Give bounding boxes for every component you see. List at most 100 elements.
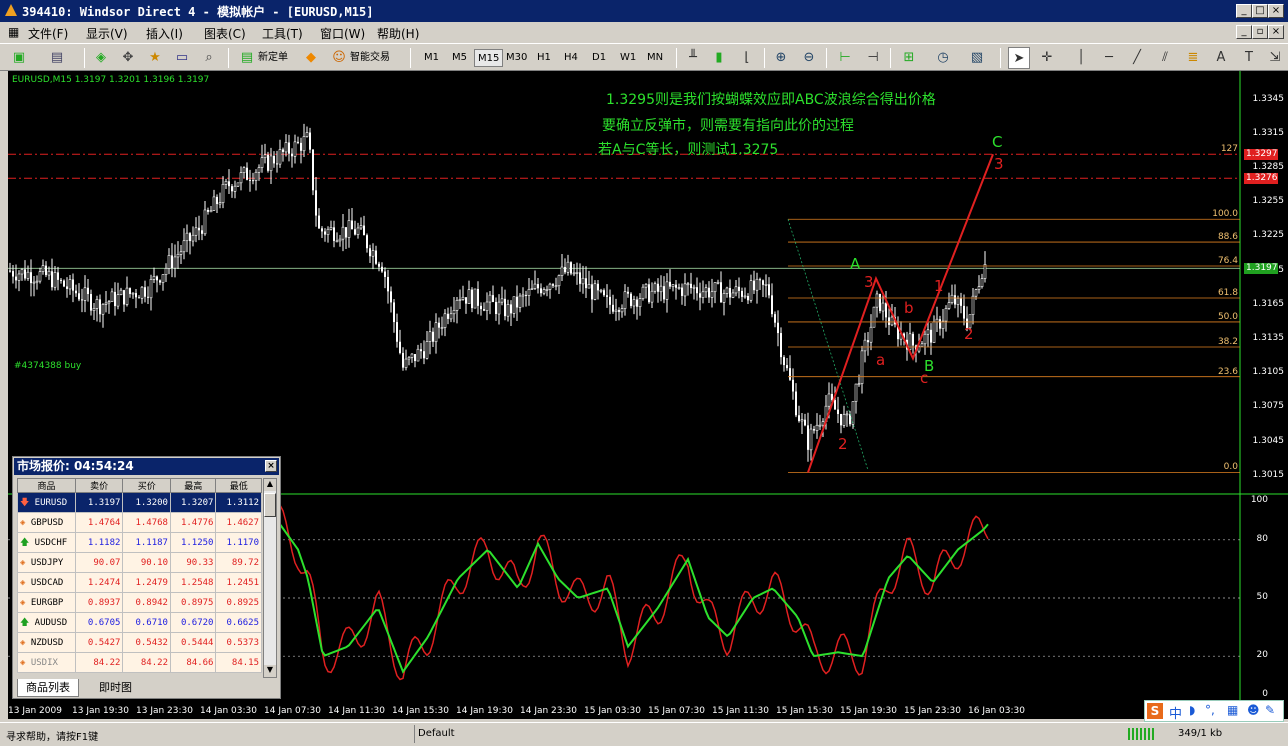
new-order-icon[interactable]: ▤ [236,47,258,69]
price-tag: 1.3197 [1244,263,1278,275]
child-close-button[interactable]: × [1268,25,1284,39]
data-window-icon[interactable]: ✥ [117,47,139,69]
scroll-up-icon[interactable]: ▲ [264,479,276,491]
ime-toolbar[interactable]: S 中 ◗ °, ▦ ☻ ✎ [1144,700,1284,722]
bar-chart-icon[interactable]: ╨ [682,47,704,69]
chart-shift-icon[interactable]: ⊣ [862,47,884,69]
menu-view[interactable]: 显示(V) [86,25,128,42]
ime-mode[interactable]: 中 [1169,703,1182,722]
profiles-icon[interactable]: ▤ [46,47,68,69]
crosshair-icon[interactable]: ✛ [1036,47,1058,69]
autoscroll-icon[interactable]: ⊢ [834,47,856,69]
candle-body [233,185,237,192]
new-chart-icon[interactable]: ▣ [8,47,30,69]
keyboard-icon[interactable]: ▦ [1227,703,1238,717]
scroll-down-icon[interactable]: ▼ [264,665,276,677]
maximize-button[interactable]: □ [1252,4,1268,18]
horizontal-line-icon[interactable]: ─ [1098,47,1120,69]
menu-window[interactable]: 窗口(W) [320,25,365,42]
tf-h1[interactable]: H1 [534,49,554,67]
col-low[interactable]: 最低 [215,478,262,493]
terminal-icon[interactable]: ▭ [171,47,193,69]
trendline-icon[interactable]: ╱ [1126,47,1148,69]
col-ask[interactable]: 买价 [122,478,171,493]
osc-tick: 20 [1256,650,1268,661]
close-button[interactable]: × [1268,4,1284,18]
quote-row[interactable]: ◈ EURGBP 0.8937 0.8942 0.8975 0.8925 [17,592,262,613]
expert-advisors-button[interactable]: 智能交易 [350,48,390,68]
tf-mn[interactable]: MN [644,49,666,67]
indicators-icon[interactable]: ⊞ [898,47,920,69]
menu-file[interactable]: 文件(F) [28,25,68,42]
tf-d1[interactable]: D1 [589,49,609,67]
new-order-button[interactable]: 新定单 [258,48,288,68]
menu-help[interactable]: 帮助(H) [377,25,419,42]
fibo-icon[interactable]: ≣ [1182,47,1204,69]
moon-icon[interactable]: ◗ [1189,703,1195,717]
sogou-icon[interactable]: S [1147,703,1163,719]
quote-row[interactable]: 🡅 USDCHF 1.1182 1.1187 1.1250 1.1170 [17,532,262,553]
col-bid[interactable]: 卖价 [74,478,124,493]
fib-label: 23.6 [1217,366,1238,377]
quote-row[interactable]: ◈ USDJPY 90.07 90.10 90.33 89.72 [17,552,262,573]
market-watch-icon[interactable]: ◈ [90,47,112,69]
punct-icon[interactable]: °, [1205,703,1215,717]
candle-body [182,240,186,253]
tf-w1[interactable]: W1 [617,49,639,67]
col-symbol[interactable]: 商品 [17,478,76,493]
tools-icon[interactable]: ✎ [1265,703,1275,717]
templates-icon[interactable]: ▧ [966,47,988,69]
candle-chart-icon[interactable]: ▮ [708,47,730,69]
quote-row[interactable]: 🡅 AUDUSD 0.6705 0.6710 0.6720 0.6625 [17,612,262,633]
quote-row[interactable]: ◈ NZDUSD 0.5427 0.5432 0.5444 0.5373 [17,632,262,653]
market-watch-title[interactable]: 市场报价: 04:54:24 × [14,458,279,475]
quote-row[interactable]: ◈ GBPUSD 1.4764 1.4768 1.4776 1.4627 [17,512,262,533]
scroll-thumb[interactable] [264,493,276,517]
market-watch-window[interactable]: 市场报价: 04:54:24 × 商品 卖价 买价 最高 最低 🡇 EURUSD… [12,456,281,699]
arrow-icon[interactable]: ⇲ [1264,47,1286,69]
zoom-in-icon[interactable]: ⊕ [770,47,792,69]
menu-tools[interactable]: 工具(T) [262,25,303,42]
tab-tick-chart[interactable]: 即时图 [91,679,140,697]
quote-row[interactable]: ◈ USDCAD 1.2474 1.2479 1.2548 1.2451 [17,572,262,593]
channel-icon[interactable]: ⫽ [1154,47,1176,69]
navigator-icon[interactable]: ★ [144,47,166,69]
tf-m5[interactable]: M5 [449,49,470,67]
label-icon[interactable]: T [1238,47,1260,69]
vertical-line-icon[interactable]: │ [1070,47,1092,69]
candle-body [818,424,822,427]
zoom-out-icon[interactable]: ⊖ [798,47,820,69]
time-tick: 14 Jan 23:30 [520,706,577,716]
col-high[interactable]: 最高 [169,478,217,493]
periods-icon[interactable]: ◷ [932,47,954,69]
tab-symbols[interactable]: 商品列表 [17,679,79,697]
quote-row[interactable]: ◈ USDIX 84.22 84.22 84.66 84.15 [17,652,262,673]
minimize-button[interactable]: _ [1236,4,1252,18]
candle-body [131,292,135,295]
text-icon[interactable]: A [1210,47,1232,69]
metaeditor-icon[interactable]: ◆ [300,47,322,69]
menu-chart[interactable]: 图表(C) [204,25,246,42]
cursor-icon[interactable]: ➤ [1008,47,1030,69]
menu-insert[interactable]: 插入(I) [146,25,183,42]
child-restore-button[interactable]: ▫ [1252,25,1268,39]
candle-body [369,248,371,257]
expert-icon[interactable]: ☺ [328,47,350,69]
market-watch-close-button[interactable]: × [265,460,277,472]
candle-body [428,331,432,342]
tf-m15[interactable]: M15 [474,49,504,67]
candle-body [209,210,213,213]
line-chart-icon[interactable]: ⌊ [736,47,758,69]
quote-row[interactable]: 🡇 EURUSD 1.3197 1.3200 1.3207 1.3112 [17,492,262,513]
user-icon[interactable]: ☻ [1247,703,1260,717]
candle-body [156,276,158,281]
market-watch-scrollbar[interactable]: ▲ ▼ [263,478,277,678]
candle-body [747,295,749,301]
tester-icon[interactable]: ⌕ [198,47,220,69]
tf-m30[interactable]: M30 [503,49,530,67]
tf-m1[interactable]: M1 [421,49,442,67]
wave-label: 1 [934,277,944,295]
candle-body [789,368,791,380]
tf-h4[interactable]: H4 [561,49,581,67]
child-minimize-button[interactable]: _ [1236,25,1252,39]
